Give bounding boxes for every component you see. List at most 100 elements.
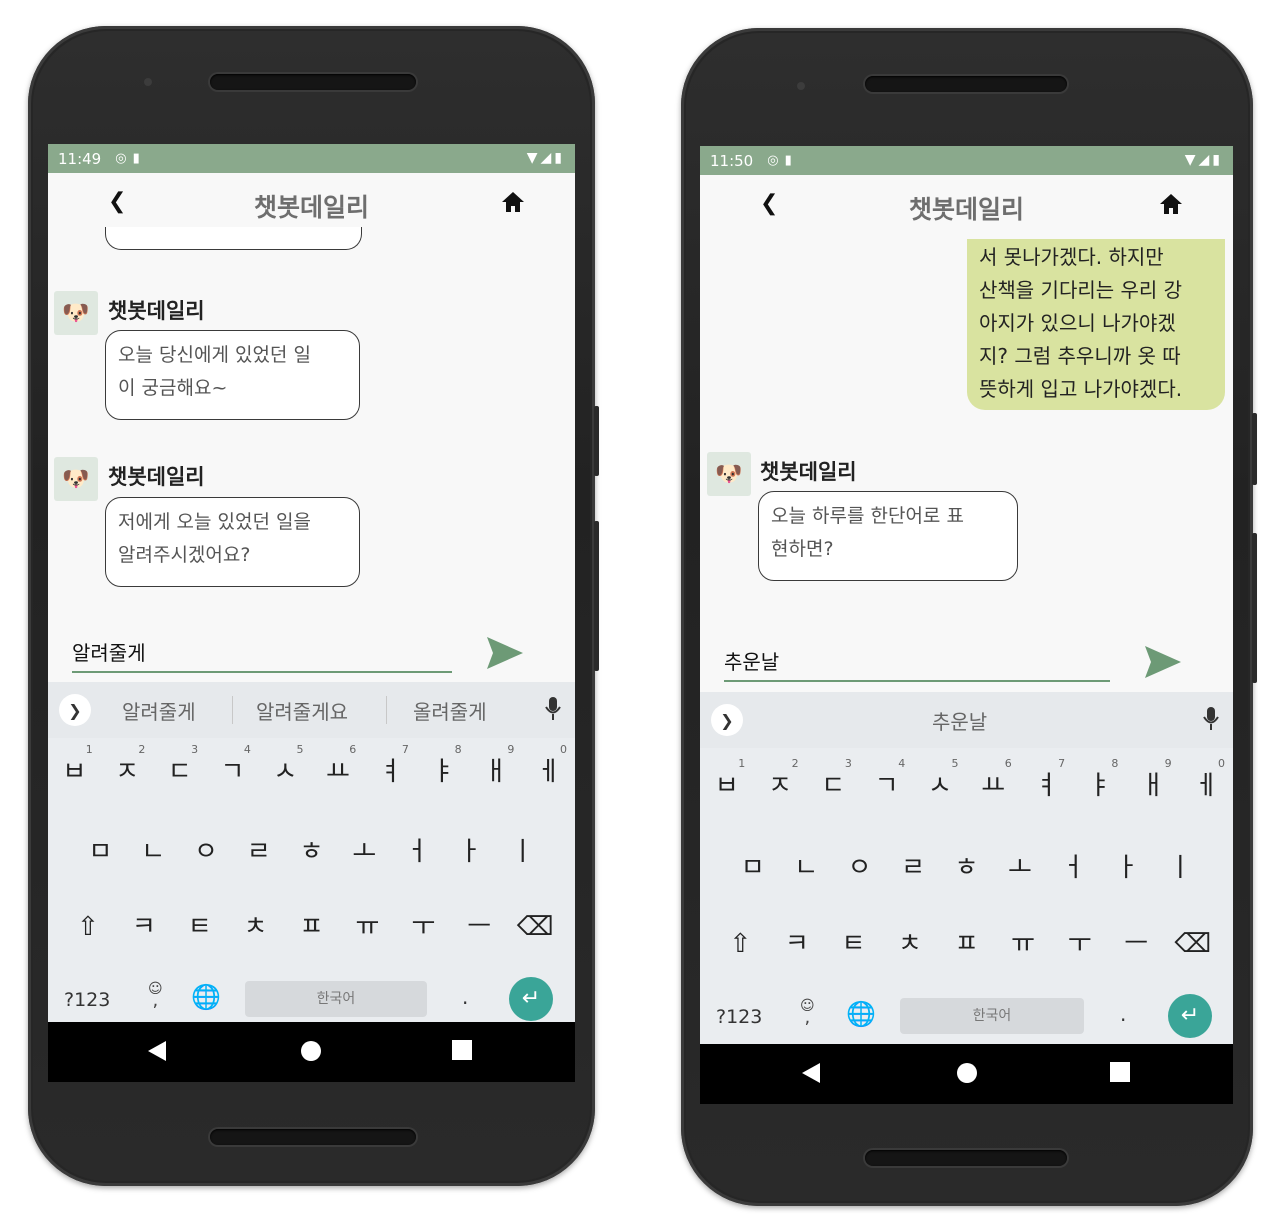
key[interactable]: ㅗ: [338, 822, 391, 882]
key[interactable]: ㅜ: [1051, 914, 1108, 974]
globe-icon[interactable]: 🌐: [846, 1000, 876, 1028]
key[interactable]: ㅊ: [228, 897, 284, 957]
nav-home-icon[interactable]: [300, 1040, 322, 1062]
emoji-comma-key[interactable]: ☺ ,: [800, 999, 815, 1027]
comma-label: ,: [152, 990, 159, 1011]
key[interactable]: ㅛ6: [312, 742, 365, 802]
key[interactable]: ㄹ: [232, 822, 285, 882]
home-icon[interactable]: [1159, 193, 1183, 215]
period-key[interactable]: .: [1120, 1002, 1126, 1026]
key[interactable]: ㄷ3: [807, 756, 860, 816]
suggestion-item[interactable]: 알려줄게요: [256, 696, 348, 725]
enter-icon[interactable]: ↵: [509, 977, 553, 1021]
key[interactable]: ㅡ: [451, 897, 507, 957]
key[interactable]: ㅓ: [391, 822, 444, 882]
symbols-key[interactable]: ?123: [716, 1006, 762, 1028]
suggestion-item[interactable]: 올려줄게: [413, 696, 487, 725]
key[interactable]: ㅅ5: [259, 742, 312, 802]
send-icon[interactable]: [485, 635, 525, 671]
key[interactable]: ㅊ: [882, 914, 939, 974]
nav-recents-icon[interactable]: [452, 1040, 472, 1060]
key[interactable]: ㅇ: [833, 838, 886, 898]
backspace-icon[interactable]: ⌫: [507, 897, 563, 957]
key[interactable]: ㅣ: [496, 822, 549, 882]
key[interactable]: ㅂ1: [48, 742, 101, 802]
key[interactable]: ㅛ6: [966, 756, 1019, 816]
key-label: ㄱ: [220, 757, 245, 787]
key[interactable]: ㅏ: [1100, 838, 1153, 898]
key[interactable]: ㅋ: [769, 914, 826, 974]
key[interactable]: ㅍ: [284, 897, 340, 957]
key-label: ㄱ: [874, 771, 899, 801]
key[interactable]: ㄴ: [779, 838, 832, 898]
key[interactable]: ㅅ5: [913, 756, 966, 816]
key[interactable]: ㅕ7: [364, 742, 417, 802]
key[interactable]: ㅓ: [1047, 838, 1100, 898]
key[interactable]: ㅎ: [940, 838, 993, 898]
message-input-row: 알려줄게: [48, 627, 575, 675]
key[interactable]: ㅇ: [180, 822, 233, 882]
chevron-right-icon[interactable]: ❯: [711, 704, 743, 736]
shift-icon[interactable]: ⇧: [712, 914, 769, 974]
key[interactable]: ㄹ: [886, 838, 939, 898]
key[interactable]: ㅋ: [116, 897, 172, 957]
key[interactable]: ㅁ: [726, 838, 779, 898]
key[interactable]: ㅏ: [443, 822, 496, 882]
send-icon[interactable]: [1143, 644, 1183, 680]
message-line: 저에게 오늘 있었던 일을: [118, 511, 311, 533]
key[interactable]: ㅍ: [938, 914, 995, 974]
period-key[interactable]: .: [462, 985, 468, 1009]
key[interactable]: ㅔ0: [1180, 756, 1233, 816]
key[interactable]: ㄴ: [127, 822, 180, 882]
key[interactable]: ㅐ9: [470, 742, 523, 802]
symbols-key[interactable]: ?123: [64, 989, 110, 1011]
key-label: ㅈ: [767, 771, 792, 801]
key-label: ㄷ: [167, 757, 192, 787]
message-input[interactable]: 추운날: [724, 646, 779, 675]
nav-back-icon[interactable]: [146, 1040, 168, 1062]
space-bar[interactable]: 한국어: [900, 998, 1084, 1034]
key[interactable]: ㅠ: [995, 914, 1052, 974]
shift-icon[interactable]: ⇧: [60, 897, 116, 957]
emoji-comma-key[interactable]: ☺ ,: [148, 982, 163, 1011]
backspace-icon[interactable]: ⌫: [1165, 914, 1222, 974]
sender-name: 챗봇데일리: [108, 465, 205, 489]
microphone-icon[interactable]: [1203, 706, 1219, 732]
space-bar[interactable]: 한국어: [245, 981, 427, 1017]
key[interactable]: ㄱ4: [206, 742, 259, 802]
key[interactable]: ㅠ: [339, 897, 395, 957]
key[interactable]: ㅐ9: [1126, 756, 1179, 816]
message-line: 오늘 하루를 한단어로 표: [771, 505, 964, 527]
navigation-bar: [48, 1022, 575, 1082]
key[interactable]: ㅡ: [1108, 914, 1165, 974]
key[interactable]: ㅗ: [993, 838, 1046, 898]
enter-icon[interactable]: ↵: [1168, 994, 1212, 1038]
key[interactable]: ㅁ: [74, 822, 127, 882]
key-hint: 7: [401, 743, 409, 756]
nav-home-icon[interactable]: [956, 1062, 978, 1084]
home-icon[interactable]: [501, 191, 525, 213]
suggestion-item[interactable]: 추운날: [932, 706, 987, 735]
message-input[interactable]: 알려줄게: [72, 637, 146, 666]
suggestion-item[interactable]: 알려줄게: [122, 696, 196, 725]
key[interactable]: ㄷ3: [153, 742, 206, 802]
key[interactable]: ㅂ1: [700, 756, 753, 816]
chevron-right-icon[interactable]: ❯: [59, 694, 91, 726]
key[interactable]: ㅈ2: [101, 742, 154, 802]
key[interactable]: ㅜ: [395, 897, 451, 957]
key[interactable]: ㅈ2: [753, 756, 806, 816]
microphone-icon[interactable]: [545, 696, 561, 722]
key[interactable]: ㅎ: [285, 822, 338, 882]
key[interactable]: ㅌ: [172, 897, 228, 957]
nav-recents-icon[interactable]: [1110, 1062, 1130, 1082]
globe-icon[interactable]: 🌐: [191, 983, 221, 1011]
key[interactable]: ㄱ4: [860, 756, 913, 816]
nav-back-icon[interactable]: [800, 1062, 822, 1084]
key[interactable]: ㅑ8: [1073, 756, 1126, 816]
key[interactable]: ㅔ0: [522, 742, 575, 802]
key[interactable]: ㅣ: [1154, 838, 1207, 898]
key[interactable]: ㅑ8: [417, 742, 470, 802]
suggestion-bar: ❯ 추운날: [700, 692, 1233, 748]
key[interactable]: ㅌ: [825, 914, 882, 974]
key[interactable]: ㅕ7: [1020, 756, 1073, 816]
